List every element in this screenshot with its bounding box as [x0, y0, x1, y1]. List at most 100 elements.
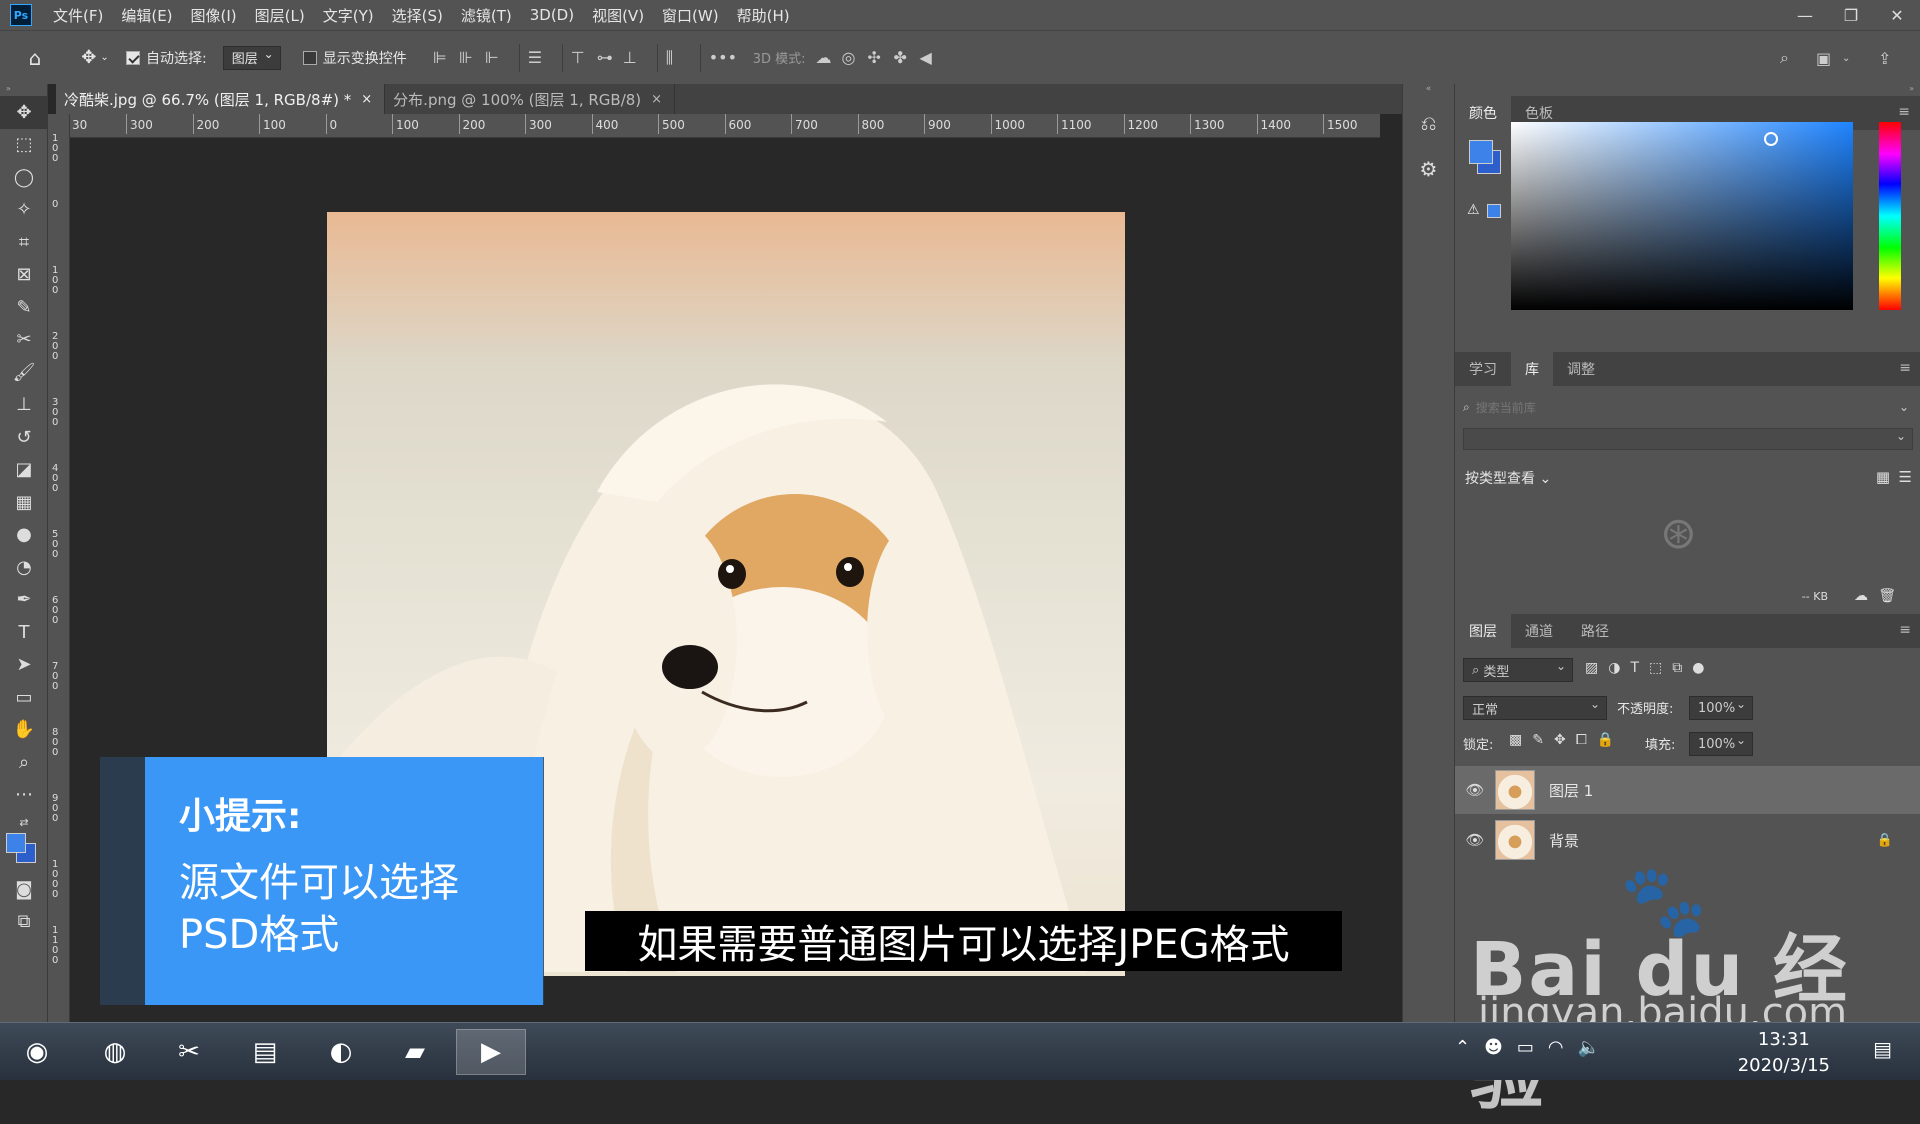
show-hidden-icons-icon[interactable]: ⌃ — [1455, 1037, 1470, 1058]
menu-filter[interactable]: 滤镜(T) — [452, 5, 521, 26]
powerpoint-icon[interactable]: ▤ — [232, 1029, 298, 1075]
tab-layers[interactable]: 图层 — [1455, 614, 1511, 648]
foreground-color-swatch[interactable] — [1469, 140, 1493, 164]
blur-tool-icon[interactable]: ● — [0, 519, 48, 552]
horizontal-ruler[interactable]: 30 300 200 100 0 100 200 300 400 500 600 700 800 900 1… — [70, 114, 1380, 138]
screen-mode-icon[interactable]: ⧉ — [0, 906, 48, 939]
tab-learn[interactable]: 学习 — [1455, 352, 1511, 386]
blend-mode-dropdown[interactable]: 正常 — [1463, 696, 1607, 720]
foreground-color[interactable] — [6, 833, 26, 853]
color-picker-cursor[interactable] — [1764, 132, 1778, 146]
eye-icon[interactable]: 👁 — [1455, 781, 1495, 799]
clone-stamp-icon[interactable]: ⊥ — [0, 389, 48, 422]
tab-adjustments[interactable]: 调整 — [1553, 352, 1609, 386]
dodge-tool-icon[interactable]: ◔ — [0, 551, 48, 584]
zoom-tool-icon[interactable]: ⌕ — [0, 746, 48, 779]
layer-row-background[interactable]: 👁 背景 🔒 — [1455, 816, 1920, 864]
volume-icon[interactable]: 🔈 — [1578, 1037, 1600, 1058]
network-icon[interactable]: ◠ — [1548, 1037, 1564, 1058]
lock-artboard-icon[interactable]: ⧠ — [1576, 732, 1587, 748]
gamut-warning-icon[interactable]: ⚠ — [1467, 202, 1480, 218]
library-search[interactable]: ⌕ 搜索当前库 ⌄ — [1463, 394, 1913, 420]
type-tool-icon[interactable]: T — [0, 616, 48, 649]
opacity-input[interactable]: 100% — [1689, 696, 1753, 720]
more-tools-icon[interactable]: ⋯ — [0, 779, 48, 812]
align-middle-icon[interactable]: ⊶ — [597, 48, 623, 67]
filter-adjustment-icon[interactable]: ◑ — [1608, 660, 1620, 676]
panel-menu-icon[interactable]: ≡ — [1899, 622, 1911, 638]
distribute-vertical-icon[interactable]: ⫼ — [666, 48, 692, 68]
tab-library[interactable]: 库 — [1511, 352, 1553, 386]
show-transform-checkbox[interactable]: 显示变换控件 — [302, 43, 407, 73]
quick-mask-icon[interactable]: ◙ — [0, 873, 48, 906]
view-by-type-dropdown[interactable]: 按类型查看 ⌄ — [1465, 468, 1551, 488]
video-player-icon[interactable]: ▶ — [456, 1029, 526, 1075]
properties-panel-icon[interactable]: ⚙ — [1403, 146, 1454, 192]
auto-select-dropdown[interactable]: 图层 — [222, 45, 281, 70]
notification-icon[interactable]: ▤ — [1873, 1037, 1892, 1061]
minimize-icon[interactable]: — — [1782, 0, 1828, 30]
healing-brush-icon[interactable]: ✂ — [0, 324, 48, 357]
menu-view[interactable]: 视图(V) — [583, 5, 653, 26]
collapse-icon[interactable]: « — [1403, 84, 1454, 100]
home-icon[interactable]: ⌂ — [0, 43, 70, 73]
align-bottom-icon[interactable]: ⊥ — [623, 48, 649, 67]
tab-channels[interactable]: 通道 — [1511, 614, 1567, 648]
3d-camera-icon[interactable]: ◀ — [920, 48, 946, 67]
chevron-down-icon[interactable]: ⌄ — [1842, 53, 1868, 64]
distribute-icon[interactable]: ☰ — [528, 48, 554, 67]
history-panel-icon[interactable]: ⎌ — [1403, 100, 1454, 146]
restore-icon[interactable]: ❐ — [1828, 0, 1874, 30]
library-dropdown[interactable]: ⌄ — [1463, 428, 1913, 450]
tab-document-1[interactable]: 冷酷柴.jpg @ 66.7% (图层 1, RGB/8#) * × — [56, 84, 386, 114]
menu-type[interactable]: 文字(Y) — [314, 5, 383, 26]
swap-colors-icon[interactable]: ⇄ — [0, 811, 48, 833]
close-tab-icon[interactable]: × — [651, 92, 662, 107]
lasso-tool-icon[interactable]: ◯ — [0, 161, 48, 194]
tab-color[interactable]: 颜色 — [1455, 96, 1511, 130]
3d-pan-icon[interactable]: ✣ — [868, 48, 894, 67]
filter-type-icon[interactable]: T — [1630, 660, 1639, 676]
pen-tool-icon[interactable]: ✒ — [0, 584, 48, 617]
menu-edit[interactable]: 编辑(E) — [112, 5, 181, 26]
eye-icon[interactable]: 👁 — [1455, 831, 1495, 849]
menu-layer[interactable]: 图层(L) — [246, 5, 314, 26]
panel-menu-icon[interactable]: ≡ — [1898, 104, 1910, 120]
eraser-icon[interactable]: ◪ — [0, 454, 48, 487]
battery-icon[interactable]: ▭ — [1517, 1037, 1534, 1058]
lock-transparent-icon[interactable]: ▩ — [1509, 732, 1522, 748]
align-right-icon[interactable]: ⊩ — [485, 48, 511, 67]
paint-icon[interactable]: ✂ — [156, 1029, 222, 1075]
marquee-tool-icon[interactable]: ⬚ — [0, 129, 48, 162]
menu-select[interactable]: 选择(S) — [383, 5, 452, 26]
color-field[interactable] — [1511, 122, 1853, 310]
list-view-icon[interactable]: ☰ — [1899, 468, 1912, 486]
file-explorer-icon[interactable]: ▰ — [382, 1029, 448, 1075]
3d-roll-icon[interactable]: ◎ — [842, 48, 868, 67]
magic-wand-icon[interactable]: ✧ — [0, 194, 48, 227]
trash-icon[interactable]: 🗑 — [1878, 588, 1896, 604]
menu-window[interactable]: 窗口(W) — [653, 5, 728, 26]
hue-slider[interactable] — [1879, 122, 1901, 310]
search-icon[interactable]: ⌕ — [1780, 48, 1806, 68]
more-options-icon[interactable]: ••• — [709, 48, 737, 67]
collapse-icon[interactable]: » — [1455, 84, 1920, 96]
start-button-icon[interactable]: ◉ — [4, 1029, 70, 1075]
align-top-icon[interactable]: ⊤ — [571, 48, 597, 67]
share-icon[interactable]: ⇪ — [1878, 49, 1904, 68]
cloud-sync-icon[interactable]: ☁ — [1854, 588, 1868, 604]
websafe-color-swatch[interactable] — [1487, 204, 1501, 218]
system-clock[interactable]: 13:31 2020/3/15 — [1738, 1027, 1830, 1079]
path-select-icon[interactable]: ➤ — [0, 649, 48, 682]
qq-icon[interactable]: ☻ — [1484, 1037, 1503, 1058]
menu-help[interactable]: 帮助(H) — [728, 5, 799, 26]
tab-paths[interactable]: 路径 — [1567, 614, 1623, 648]
align-center-icon[interactable]: ⊪ — [459, 48, 485, 67]
filter-smart-object-icon[interactable]: ⧉ — [1672, 660, 1682, 676]
tab-document-2[interactable]: 分布.png @ 100% (图层 1, RGB/8) × — [385, 84, 676, 114]
grid-view-icon[interactable]: ▦ — [1876, 468, 1890, 486]
layer-row-layer1[interactable]: 👁 图层 1 — [1455, 766, 1920, 814]
browser-icon[interactable]: ◐ — [308, 1029, 374, 1075]
menu-image[interactable]: 图像(I) — [182, 5, 246, 26]
brush-tool-icon[interactable]: 🖌 — [0, 356, 48, 389]
